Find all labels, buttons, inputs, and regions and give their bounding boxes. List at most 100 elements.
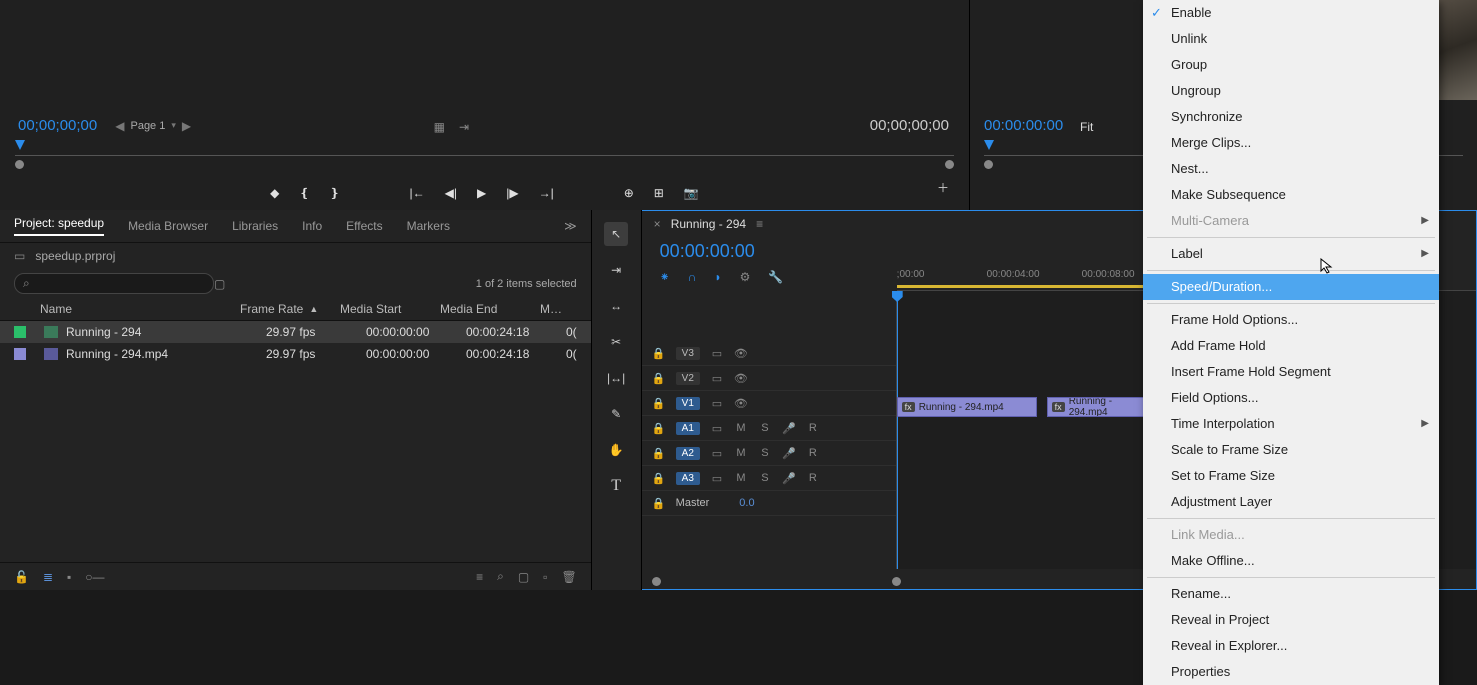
menu-item-add-frame-hold[interactable]: Add Frame Hold [1143,333,1439,359]
page-next-icon[interactable]: ▶ [182,119,191,133]
menu-item-field-options[interactable]: Field Options... [1143,385,1439,411]
mic-icon[interactable]: 🎤 [782,447,796,460]
export-frame-button[interactable]: 📷 [684,186,699,200]
step-back-button[interactable]: ◀| [445,186,457,200]
zoom-handle-left[interactable] [984,160,993,169]
playhead-icon[interactable] [15,140,25,150]
toggle-output-icon[interactable]: ▭ [710,397,724,410]
menu-item-properties[interactable]: Properties [1143,659,1439,685]
toggle-output-icon[interactable]: ▭ [710,372,724,385]
menu-item-enable[interactable]: ✓Enable [1143,0,1439,26]
fx-badge[interactable]: fx [1052,402,1065,412]
menu-item-rename[interactable]: Rename... [1143,581,1439,607]
zoom-handle-right[interactable] [892,577,901,586]
lock-icon[interactable]: 🔒 [652,447,666,460]
ripple-edit-tool[interactable]: ↔ [604,294,628,318]
eye-icon[interactable]: 👁 [734,372,748,385]
toggle-output-icon[interactable]: ▭ [710,422,724,435]
fit-dropdown[interactable]: Fit [1080,120,1093,134]
hand-tool[interactable]: ✋ [604,438,628,462]
playhead-icon[interactable] [984,140,994,150]
delete-button[interactable]: 🗑 [561,570,576,584]
menu-item-merge-clips[interactable]: Merge Clips... [1143,130,1439,156]
snap-icon[interactable]: ⁕ [660,270,670,284]
tab-markers[interactable]: Markers [407,219,450,233]
marker-panel-icon[interactable]: ▦ [434,120,445,134]
go-to-out-button[interactable]: →| [539,186,554,200]
program-timecode[interactable]: 00:00:00:00 [984,117,1063,134]
col-media-dur[interactable]: M… [540,302,562,316]
project-row[interactable]: Running - 294.mp4 29.97 fps 00:00:00:00 … [0,343,591,365]
timeline-timecode[interactable]: 00:00:00:00 [660,241,755,261]
track-a2[interactable]: 🔒A2▭MS🎤R [642,441,896,466]
label-chip[interactable] [14,326,26,338]
menu-item-reveal-in-explorer[interactable]: Reveal in Explorer... [1143,633,1439,659]
track-a1[interactable]: 🔒A1▭MS🎤R [642,416,896,441]
step-forward-button[interactable]: |▶ [506,186,518,200]
find-icon[interactable]: ⌕ [497,569,504,584]
zoom-handle-left[interactable] [15,160,24,169]
lock-icon[interactable]: 🔓 [14,570,29,584]
menu-item-insert-frame-hold-segment[interactable]: Insert Frame Hold Segment [1143,359,1439,385]
eye-icon[interactable]: 👁 [734,397,748,410]
icon-view-icon[interactable]: ▪ [67,570,71,584]
timeline-clip[interactable]: fxRunning - 294.mp4 [1047,397,1147,417]
menu-item-make-subsequence[interactable]: Make Subsequence [1143,182,1439,208]
page-dropdown-icon[interactable]: ▾ [171,120,176,131]
page-label[interactable]: Page 1 [130,120,165,132]
new-bin-button[interactable]: ▢ [518,570,529,584]
tab-menu-icon[interactable]: ≡ [756,217,763,231]
linked-selection-icon[interactable]: ∩ [688,270,697,284]
panel-menu-icon[interactable]: ≫ [564,219,577,233]
toggle-output-icon[interactable]: ▭ [710,347,724,360]
track-v2[interactable]: 🔒V2▭👁 [642,366,896,391]
menu-item-group[interactable]: Group [1143,52,1439,78]
track-v3[interactable]: 🔒V3▭👁 [642,341,896,366]
lock-icon[interactable]: 🔒 [652,472,666,485]
mic-icon[interactable]: 🎤 [782,422,796,435]
menu-item-nest[interactable]: Nest... [1143,156,1439,182]
type-tool[interactable]: T [604,474,628,498]
step-out-icon[interactable]: ⇥ [459,120,469,134]
list-view-icon[interactable]: ≣ [43,570,53,584]
tab-info[interactable]: Info [302,219,322,233]
wrench-icon[interactable]: 🔧 [768,270,783,284]
tab-libraries[interactable]: Libraries [232,219,278,233]
button-editor-icon[interactable]: ＋ [937,179,949,196]
eye-icon[interactable]: 👁 [734,347,748,360]
add-marker-icon[interactable]: ◗ [714,270,721,284]
track-select-tool[interactable]: ⇥ [604,258,628,282]
page-prev-icon[interactable]: ◀ [115,119,124,133]
mark-out-button[interactable]: ❵ [329,186,339,200]
freeform-view-icon[interactable]: ○— [85,570,104,584]
track-v1[interactable]: 🔒V1▭👁 [642,391,896,416]
menu-item-label[interactable]: Label▶ [1143,241,1439,267]
work-area-bar[interactable] [897,285,1147,288]
overwrite-button[interactable]: ⊞ [654,186,664,200]
toggle-output-icon[interactable]: ▭ [710,447,724,460]
sequence-tab[interactable]: Running - 294 [671,217,746,231]
add-marker-button[interactable]: ◆ [270,186,279,200]
menu-item-unlink[interactable]: Unlink [1143,26,1439,52]
timeline-clip[interactable]: fxRunning - 294.mp4 [897,397,1037,417]
lock-icon[interactable]: 🔒 [652,372,666,385]
col-framerate[interactable]: Frame Rate▲ [240,302,340,316]
toggle-output-icon[interactable]: ▭ [710,472,724,485]
tab-media-browser[interactable]: Media Browser [128,219,208,233]
automate-icon[interactable]: ≡ [476,570,483,584]
insert-button[interactable]: ⊕ [624,186,634,200]
mic-icon[interactable]: 🎤 [782,472,796,485]
track-a3[interactable]: 🔒A3▭MS🎤R [642,466,896,491]
source-timecode[interactable]: 00;00;00;00 [18,117,97,134]
menu-item-speed-duration[interactable]: Speed/Duration... [1143,274,1439,300]
go-to-in-button[interactable]: |← [410,186,425,200]
mark-in-button[interactable]: ❴ [299,186,309,200]
col-name[interactable]: Name [40,302,240,316]
zoom-handle-left[interactable] [652,577,661,586]
project-row[interactable]: Running - 294 29.97 fps 00:00:00:00 00:0… [0,321,591,343]
new-bin-icon[interactable]: ▢ [214,277,225,291]
menu-item-set-to-frame-size[interactable]: Set to Frame Size [1143,463,1439,489]
razor-tool[interactable]: ✂ [604,330,628,354]
menu-item-ungroup[interactable]: Ungroup [1143,78,1439,104]
new-item-button[interactable]: ▫ [543,570,547,584]
